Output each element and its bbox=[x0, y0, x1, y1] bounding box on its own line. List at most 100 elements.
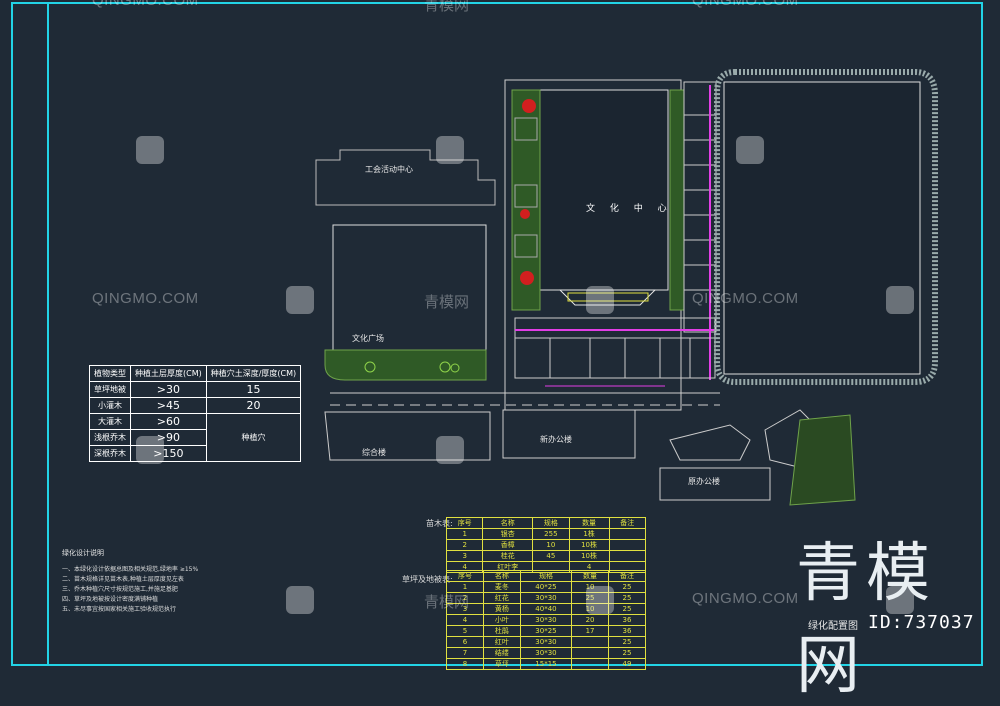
plaza-label: 文化广场 bbox=[352, 334, 384, 343]
union-building-outline bbox=[315, 149, 496, 206]
watermark-text: QINGMO.COM bbox=[692, 590, 799, 607]
bottom-right-label: 原办公楼 bbox=[688, 477, 720, 486]
table-header-row: 序号 名称 规格 数量 备注 bbox=[445, 517, 647, 529]
table-row: 3 黄杨 40*40 10 25 bbox=[446, 603, 646, 615]
culture-center-building bbox=[539, 89, 669, 291]
watermark-logo-icon bbox=[286, 586, 314, 614]
table-header-cell: 名称 bbox=[482, 517, 534, 529]
watermark-text: QINGMO.COM bbox=[692, 290, 799, 307]
table-cell: >30 bbox=[130, 381, 207, 398]
table-cell: 1株 bbox=[568, 528, 610, 540]
table-header-cell: 规格 bbox=[532, 517, 570, 529]
table-cell: 20 bbox=[571, 614, 609, 626]
table-cell: 30*25 bbox=[519, 625, 573, 637]
table-cell: 种植穴 bbox=[205, 413, 302, 462]
table-header-cell: 数量 bbox=[571, 570, 609, 582]
ground-cover-table: 序号 名称 规格 数量 备注 1 麦冬 40*25 10 25 2 红花 30*30 25 25 3 黄杨 40*… bbox=[446, 570, 646, 670]
culture-center-label: 文 化 中 心 bbox=[586, 204, 673, 214]
south-parking bbox=[514, 317, 716, 379]
design-notes: 一、本绿化设计依据总图及相关规范,绿地率 ≥15% 二、苗木规格详见苗木表,种植… bbox=[62, 565, 198, 615]
table-header-cell: 数量 bbox=[568, 517, 610, 529]
table-cell bbox=[571, 636, 609, 648]
tree-symbol bbox=[520, 209, 530, 219]
table-cell: 10 bbox=[532, 539, 570, 551]
table-cell: 小灌木 bbox=[89, 397, 131, 414]
table-cell: 桂花 bbox=[482, 550, 534, 562]
watermark-text: QINGMO.COM bbox=[692, 0, 799, 9]
drawing-canvas: 文 化 中 心 工会活动中心 文化广场 综合楼 新办公楼 原办公楼 绿化配置图 … bbox=[0, 0, 1000, 703]
table-cell: 17 bbox=[571, 625, 609, 637]
table-cell: 结缕 bbox=[482, 647, 521, 659]
table-cell bbox=[608, 539, 647, 551]
southwest-block-label: 综合楼 bbox=[362, 448, 386, 457]
landscape-feature bbox=[669, 424, 751, 461]
table-cell: 25 bbox=[608, 647, 646, 659]
watermark-logo-icon bbox=[436, 436, 464, 464]
notes-title: 绿化设计说明 bbox=[62, 549, 104, 557]
watermark-logo-icon bbox=[136, 136, 164, 164]
table-row: 6 红叶 30*30 25 bbox=[446, 636, 646, 648]
table-cell: 25 bbox=[608, 603, 646, 615]
table-header-cell: 序号 bbox=[446, 570, 484, 582]
table-cell: 30*30 bbox=[519, 636, 573, 648]
table-cell: 15*15 bbox=[519, 658, 573, 670]
soil-thickness-table: 植物类型 种植土层厚度(CM) 种植穴土深度/厚度(CM) 草坪地被 >30 1… bbox=[89, 365, 302, 462]
table-cell: 25 bbox=[608, 636, 646, 648]
table-cell: 30*30 bbox=[519, 647, 573, 659]
table-cell: 小叶 bbox=[482, 614, 521, 626]
table-row: 5 杜鹃 30*25 17 36 bbox=[446, 625, 646, 637]
table-row: 4 小叶 30*30 20 36 bbox=[446, 614, 646, 626]
table-cell: 30*30 bbox=[519, 614, 573, 626]
table-cell: >60 bbox=[130, 413, 207, 430]
table-header-cell: 备注 bbox=[608, 517, 647, 529]
watermark-text: QINGMO.COM bbox=[92, 290, 199, 307]
watermark-logo-icon bbox=[586, 286, 614, 314]
brand-id-label: ID:737037 bbox=[868, 612, 975, 633]
table-cell: 49 bbox=[608, 658, 646, 670]
table-cell: 30*30 bbox=[519, 592, 573, 604]
watermark-text: 青模网 bbox=[424, 0, 470, 14]
note-line: 五、未尽事宜按国家相关施工验收规范执行 bbox=[62, 606, 177, 613]
tree-symbol bbox=[520, 271, 534, 285]
left-green-belt bbox=[324, 349, 487, 381]
table-cell: 红叶 bbox=[482, 636, 521, 648]
note-line: 二、苗木规格详见苗木表,种植土层厚度见左表 bbox=[62, 576, 184, 583]
table-header-cell: 备注 bbox=[608, 570, 646, 582]
note-line: 一、本绿化设计依据总图及相关规范,绿地率 ≥15% bbox=[62, 566, 199, 573]
table-cell: 40*25 bbox=[519, 581, 573, 593]
table-cell: 255 bbox=[532, 528, 570, 540]
right-building bbox=[723, 81, 921, 375]
table-cell: 25 bbox=[608, 592, 646, 604]
table-row: 大灌木 >60 种植穴 bbox=[89, 413, 302, 462]
table-header-cell: 规格 bbox=[519, 570, 573, 582]
table-cell: 银杏 bbox=[482, 528, 534, 540]
table-cell: 10株 bbox=[568, 539, 610, 551]
table-cell: 7 bbox=[446, 647, 484, 659]
watermark-logo-icon bbox=[736, 136, 764, 164]
table-row: 3 桂花 45 10株 bbox=[445, 550, 647, 562]
tree-symbol bbox=[522, 99, 536, 113]
table-header-cell: 名称 bbox=[482, 570, 521, 582]
table-cell: 大灌木 bbox=[89, 413, 131, 430]
table-cell: 3 bbox=[445, 550, 484, 562]
table-header-row: 植物类型 种植土层厚度(CM) 种植穴土深度/厚度(CM) bbox=[89, 365, 302, 382]
table-cell: 4 bbox=[446, 614, 484, 626]
table-row: 8 草坪 15*15 49 bbox=[446, 658, 646, 670]
table-cell: 2 bbox=[445, 539, 484, 551]
table-cell: 45 bbox=[532, 550, 570, 562]
table-row: 1 麦冬 40*25 10 25 bbox=[446, 581, 646, 593]
table-cell: 深根乔木 bbox=[89, 445, 131, 462]
table-header-row: 序号 名称 规格 数量 备注 bbox=[446, 570, 646, 582]
table-cell bbox=[608, 528, 647, 540]
seedlings-table: 序号 名称 规格 数量 备注 1 银杏 255 1株 2 香樟 10 10株 3 桂花 45 10株 4 红叶李 4 bbox=[445, 517, 647, 573]
table-row: 2 香樟 10 10株 bbox=[445, 539, 647, 551]
bottom-right-garden bbox=[789, 414, 856, 506]
southwest-building bbox=[324, 411, 491, 461]
watermark-text: 青模网 bbox=[424, 593, 470, 611]
watermark-logo-icon bbox=[136, 436, 164, 464]
table-cell bbox=[571, 658, 609, 670]
table-cell: 杜鹃 bbox=[482, 625, 521, 637]
table-cell: 黄杨 bbox=[482, 603, 521, 615]
table-cell: 草坪 bbox=[482, 658, 521, 670]
table-header-cell: 序号 bbox=[445, 517, 484, 529]
